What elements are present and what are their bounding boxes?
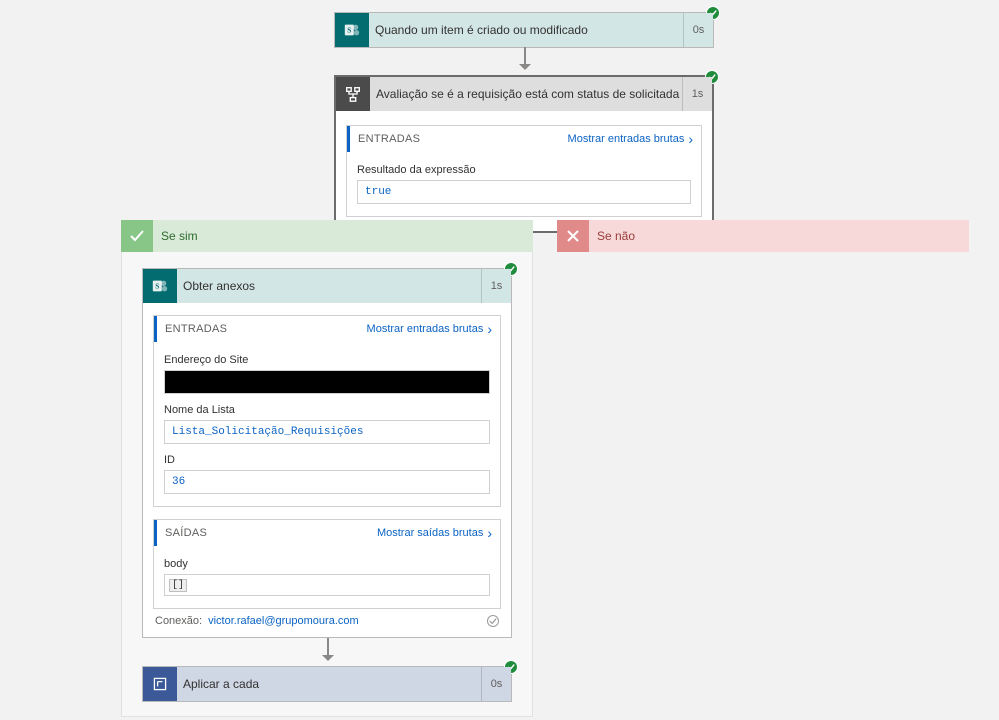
section-label: SAÍDAS bbox=[165, 527, 207, 539]
outputs-section: SAÍDAS Mostrar saídas brutas › body [] bbox=[153, 519, 501, 609]
trigger-card[interactable]: S Quando um item é criado ou modificado … bbox=[334, 12, 714, 48]
condition-inputs-section: ENTRADAS Mostrar entradas brutas › Resul… bbox=[346, 125, 702, 217]
svg-text:S: S bbox=[155, 283, 159, 291]
id-value: 36 bbox=[164, 470, 490, 494]
section-label: ENTRADAS bbox=[165, 323, 227, 335]
connection-info: Conexão: victor.rafael@grupomoura.com bbox=[153, 609, 501, 629]
sharepoint-icon: S bbox=[335, 13, 369, 47]
get-attachments-title: Obter anexos bbox=[177, 279, 481, 293]
apply-to-each-duration: 0s bbox=[481, 667, 511, 701]
chevron-right-icon: › bbox=[487, 322, 492, 336]
if-no-branch: Se não bbox=[557, 220, 969, 252]
site-address-label: Endereço do Site bbox=[164, 354, 490, 366]
condition-card[interactable]: Avaliação se é a requisição está com sta… bbox=[334, 75, 714, 233]
close-icon bbox=[557, 220, 589, 252]
connection-label: Conexão: bbox=[155, 615, 202, 627]
if-no-label: Se não bbox=[589, 229, 635, 243]
inputs-section: ENTRADAS Mostrar entradas brutas › Ender… bbox=[153, 315, 501, 507]
condition-duration: 1s bbox=[682, 77, 712, 111]
get-attachments-duration: 1s bbox=[481, 269, 511, 303]
connection-ok-icon bbox=[487, 615, 499, 627]
expression-result-value: true bbox=[357, 180, 691, 204]
connector-arrow bbox=[327, 638, 329, 660]
id-label: ID bbox=[164, 454, 490, 466]
connection-account-link[interactable]: victor.rafael@grupomoura.com bbox=[208, 615, 359, 627]
apply-to-each-card[interactable]: Aplicar a cada 0s bbox=[142, 666, 512, 702]
list-name-value: Lista_Solicitação_Requisições bbox=[164, 420, 490, 444]
show-raw-inputs-link[interactable]: Mostrar entradas brutas › bbox=[367, 322, 492, 336]
show-raw-outputs-link[interactable]: Mostrar saídas brutas › bbox=[377, 526, 492, 540]
chevron-right-icon: › bbox=[487, 526, 492, 540]
condition-title: Avaliação se é a requisição está com sta… bbox=[370, 87, 682, 101]
sharepoint-icon: S bbox=[143, 269, 177, 303]
connector-arrow bbox=[524, 47, 526, 69]
loop-icon bbox=[143, 667, 177, 701]
body-value: [] bbox=[164, 574, 490, 596]
if-yes-label: Se sim bbox=[153, 229, 198, 243]
if-yes-branch: Se sim S Obter anexos 1s EN bbox=[121, 220, 533, 717]
trigger-title: Quando um item é criado ou modificado bbox=[369, 23, 683, 37]
svg-text:S: S bbox=[347, 27, 351, 35]
chevron-right-icon: › bbox=[688, 132, 693, 146]
site-address-value bbox=[164, 370, 490, 394]
section-label: ENTRADAS bbox=[358, 133, 420, 145]
apply-to-each-title: Aplicar a cada bbox=[177, 677, 481, 691]
get-attachments-card[interactable]: S Obter anexos 1s ENTRADAS Mostrar entra… bbox=[142, 268, 512, 638]
list-name-label: Nome da Lista bbox=[164, 404, 490, 416]
condition-icon bbox=[336, 77, 370, 111]
body-label: body bbox=[164, 558, 490, 570]
expression-result-label: Resultado da expressão bbox=[357, 164, 691, 176]
show-raw-inputs-link[interactable]: Mostrar entradas brutas › bbox=[568, 132, 693, 146]
check-icon bbox=[121, 220, 153, 252]
trigger-duration: 0s bbox=[683, 13, 713, 47]
